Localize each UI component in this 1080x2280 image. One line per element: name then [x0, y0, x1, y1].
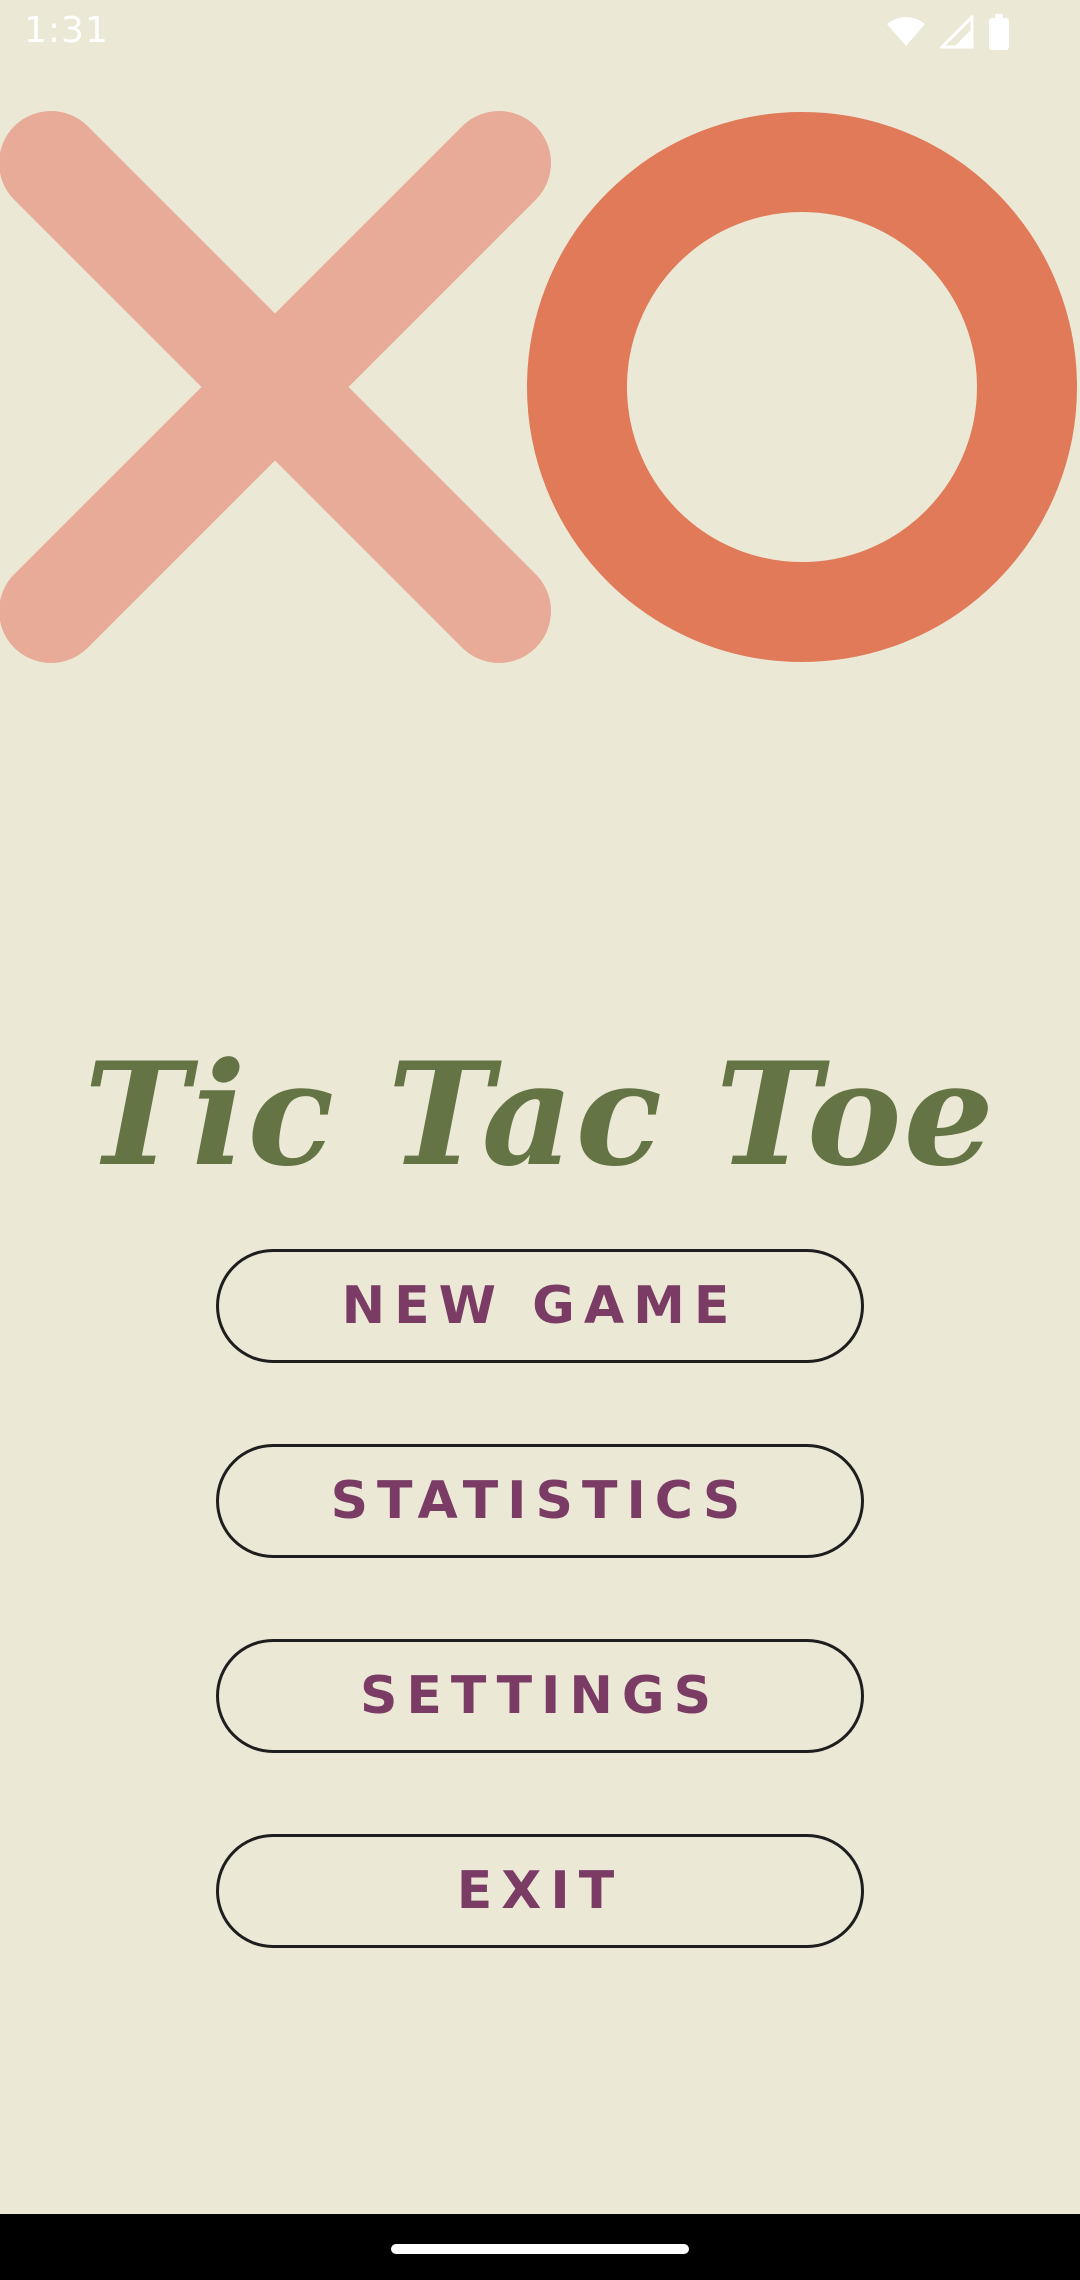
app-title: Tic Tac Toe	[84, 1032, 996, 1198]
new-game-button[interactable]: NEW GAME	[216, 1249, 864, 1363]
wifi-icon	[886, 16, 926, 48]
settings-label: SETTINGS	[359, 1666, 721, 1726]
x-mark-icon	[0, 111, 551, 663]
status-bar: 1:31	[0, 0, 1080, 66]
o-mark-icon	[527, 112, 1077, 662]
navigation-bar	[0, 2214, 1080, 2280]
statistics-label: STATISTICS	[330, 1471, 750, 1531]
xo-hero-graphic	[0, 100, 1080, 680]
cell-signal-icon	[940, 15, 974, 49]
new-game-label: NEW GAME	[341, 1276, 739, 1336]
settings-button[interactable]: SETTINGS	[216, 1639, 864, 1753]
home-indicator[interactable]	[391, 2244, 689, 2254]
battery-icon	[988, 14, 1010, 50]
statistics-button[interactable]: STATISTICS	[216, 1444, 864, 1558]
status-time: 1:31	[24, 10, 109, 51]
exit-button[interactable]: EXIT	[216, 1834, 864, 1948]
status-icons	[886, 12, 1010, 52]
exit-label: EXIT	[456, 1861, 624, 1921]
